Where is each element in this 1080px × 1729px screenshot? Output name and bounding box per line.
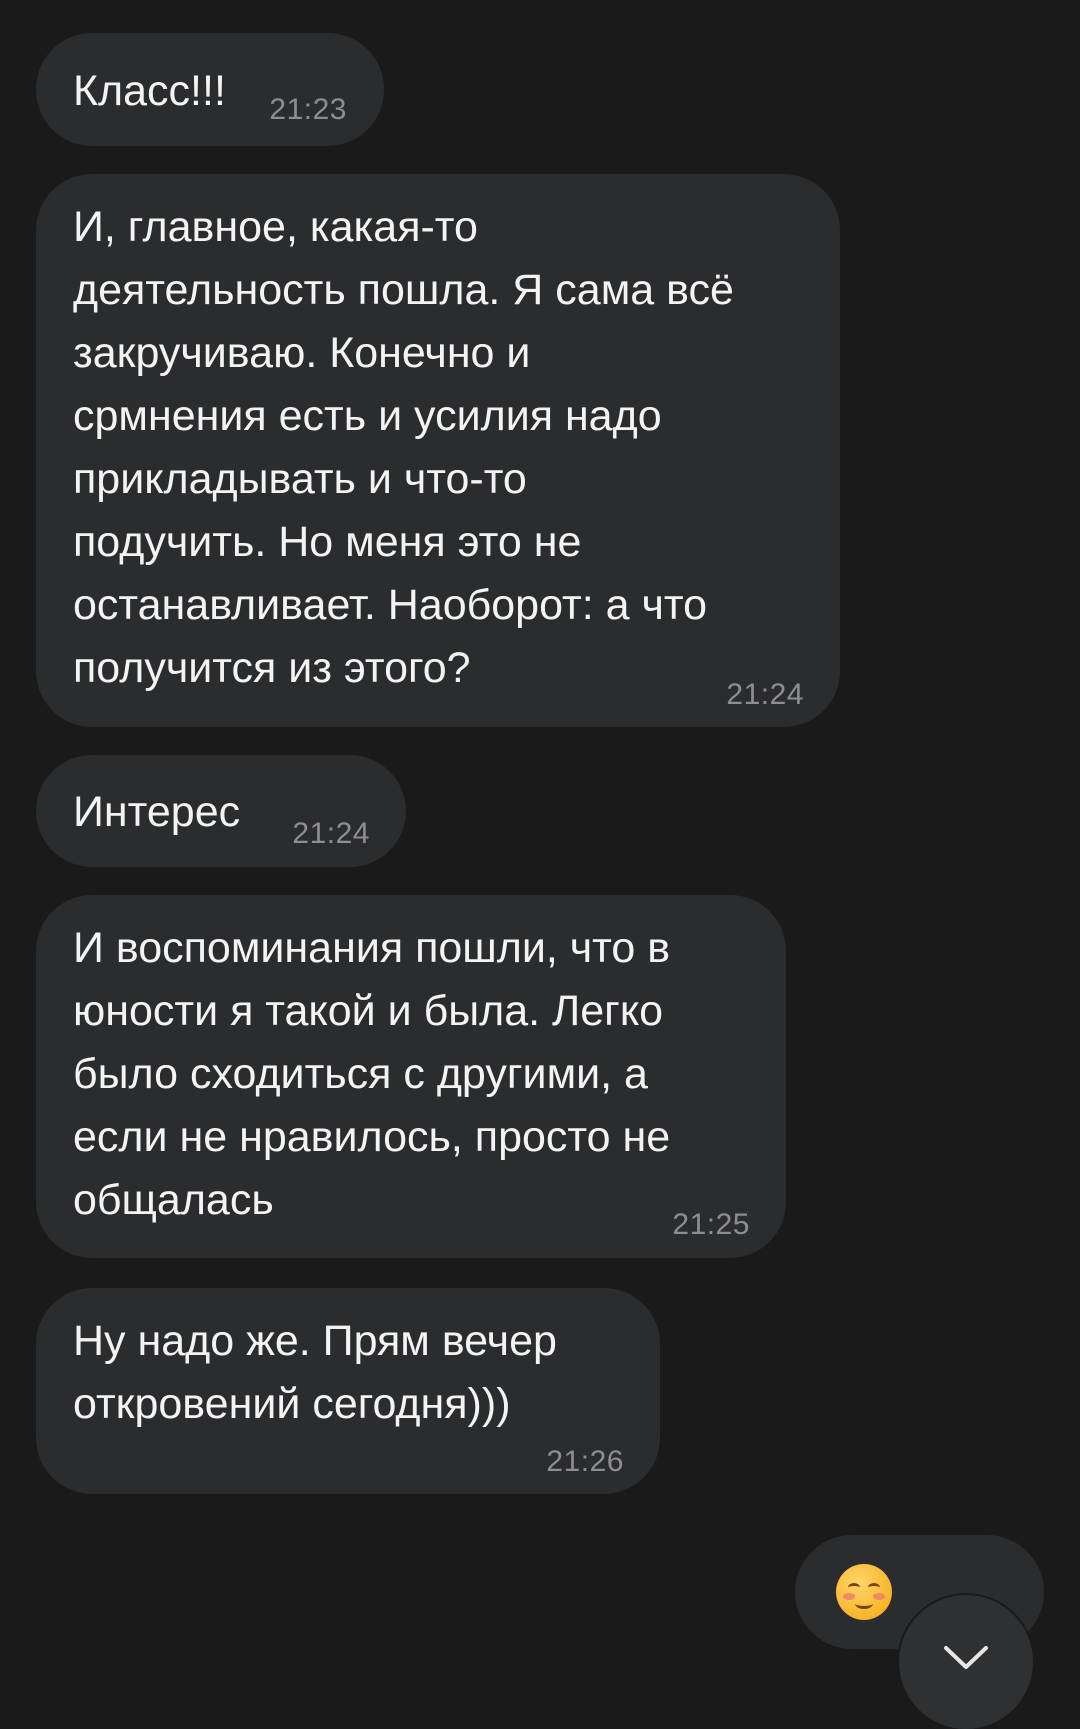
incoming-message[interactable]: Класс!!! 21:23 [36, 33, 384, 146]
message-time: 21:24 [726, 678, 804, 711]
chevron-down-icon [944, 1646, 988, 1669]
emoji-mouth [855, 1598, 873, 1609]
incoming-message[interactable]: Ну надо же. Прям вечер откровений сегодн… [36, 1288, 660, 1494]
message-time: 21:26 [546, 1445, 624, 1478]
emoji-eye [848, 1583, 860, 1592]
message-time: 21:23 [269, 93, 347, 126]
message-text: И, главное, какая-то деятельность пошла.… [73, 203, 734, 692]
incoming-message[interactable]: Интерес 21:24 [36, 755, 406, 867]
message-time: 21:25 [672, 1208, 750, 1241]
incoming-message[interactable]: И, главное, какая-то деятельность пошла.… [36, 174, 840, 727]
emoji-eye [868, 1583, 880, 1592]
message-text: И воспоминания пошли, что в юности я так… [73, 924, 671, 1224]
message-text: Интерес [73, 788, 241, 836]
scroll-to-bottom-button[interactable] [899, 1595, 1033, 1729]
emoji-blush [843, 1593, 855, 1600]
incoming-message[interactable]: И воспоминания пошли, что в юности я так… [36, 895, 786, 1258]
message-text: Класс!!! [73, 67, 226, 115]
message-text: Ну надо же. Прям вечер откровений сегодн… [73, 1317, 557, 1428]
message-time: 21:24 [292, 817, 370, 850]
smiling-face-with-blush-icon [836, 1564, 892, 1620]
emoji-blush [873, 1593, 885, 1600]
